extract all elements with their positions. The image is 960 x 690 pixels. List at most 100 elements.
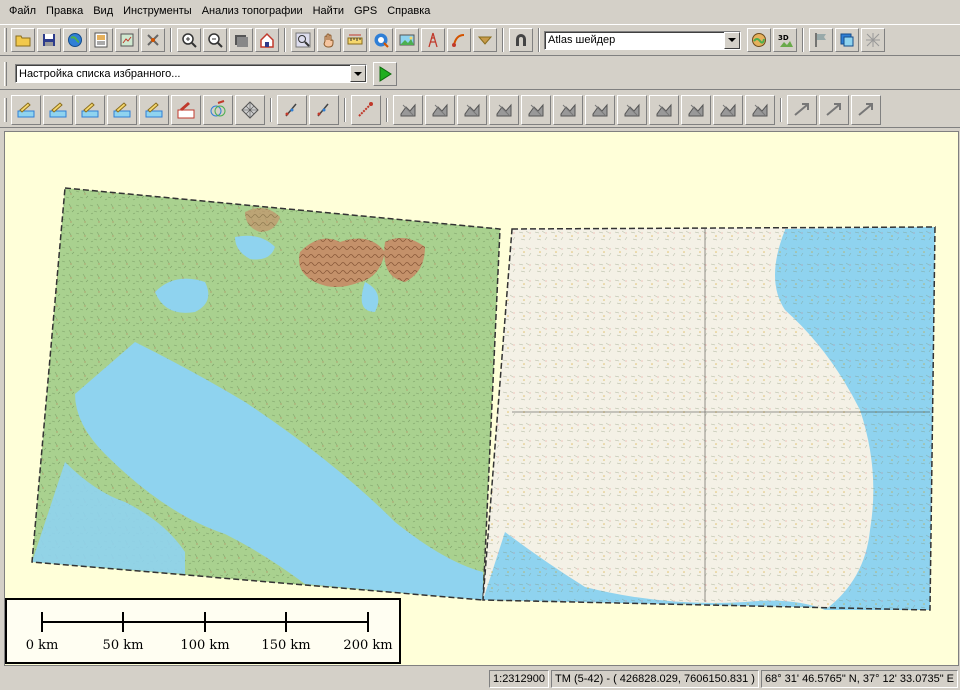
globe-button[interactable] [63, 28, 87, 52]
terrain-5-button[interactable] [521, 94, 551, 125]
shader-select-value: Atlas шейдер [548, 34, 616, 46]
scale-label: 150 km [261, 638, 311, 653]
terrain-8-button[interactable] [617, 94, 647, 125]
tools-button[interactable] [141, 28, 165, 52]
layer-3-icon [81, 101, 99, 117]
favorites-select-arrow[interactable] [350, 65, 366, 82]
catalog-button[interactable] [89, 28, 113, 52]
layers-button[interactable] [835, 28, 859, 52]
terrain-12-icon [752, 103, 768, 116]
export-icon [120, 33, 134, 47]
code-36-button[interactable] [171, 94, 201, 125]
toolbar-separator [386, 97, 388, 122]
map-view[interactable] [5, 132, 959, 666]
open-button[interactable] [11, 28, 35, 52]
terrain-10-button[interactable] [681, 94, 711, 125]
terrain-9-icon [656, 103, 672, 116]
layer-1-button[interactable] [11, 94, 41, 125]
run-favorite-button[interactable] [373, 61, 397, 86]
ruler-icon [347, 34, 363, 45]
export-button[interactable] [115, 28, 139, 52]
dropdown-button[interactable] [473, 28, 497, 52]
zoom-tool-button[interactable] [291, 28, 315, 52]
menu-topo-analysis[interactable]: Анализ топографии [197, 1, 308, 21]
flag-button[interactable] [809, 28, 833, 52]
layer-4-icon [145, 101, 163, 117]
line-edit-button[interactable] [309, 94, 339, 125]
zoom-out-button[interactable] [203, 28, 227, 52]
layer-3-button[interactable] [75, 94, 105, 125]
catalog-icon [94, 32, 108, 48]
terrain-11-button[interactable] [713, 94, 743, 125]
terrain-4-button[interactable] [489, 94, 519, 125]
point-edit-button[interactable] [277, 94, 307, 125]
home-button[interactable] [255, 28, 279, 52]
menu-bar: Файл Правка Вид Инструменты Анализ топог… [0, 0, 960, 22]
scale-label: 0 km [25, 638, 59, 653]
route-button[interactable] [447, 28, 471, 52]
terrain-2-button[interactable] [425, 94, 455, 125]
image-icon [399, 34, 415, 46]
status-coordinates: 68° 31' 46.5765" N, 37° 12' 33.0735" E [760, 670, 958, 688]
menu-gps[interactable]: GPS [349, 1, 382, 21]
zoom-box-button[interactable] [229, 28, 253, 52]
contour-button[interactable] [107, 94, 137, 125]
shader-select-arrow[interactable] [724, 31, 740, 49]
terrain-1-icon [400, 103, 416, 116]
chevron-down-icon [728, 38, 736, 42]
flag-icon [815, 33, 826, 47]
play-icon [379, 65, 392, 82]
scale-label: 100 km [180, 638, 230, 653]
arrow-1-button[interactable] [787, 94, 817, 125]
toolbar-grip[interactable] [4, 61, 7, 86]
layer-4-button[interactable] [139, 94, 169, 125]
toolbar-separator [270, 97, 272, 122]
scale-label: 200 km [343, 638, 393, 653]
toolbar-separator [538, 28, 540, 52]
menu-find[interactable]: Найти [308, 1, 349, 21]
grid-points-button[interactable] [861, 28, 885, 52]
svg-text:3D: 3D [778, 34, 789, 42]
terrain-3-button[interactable] [457, 94, 487, 125]
tower-button[interactable] [421, 28, 445, 52]
ruler-button[interactable] [343, 28, 367, 52]
toolbar-grip[interactable] [4, 97, 7, 122]
3d-view-button[interactable]: 3D [773, 28, 797, 52]
magnet-button[interactable] [509, 28, 533, 52]
favorites-select[interactable]: Настройка списка избранного... [15, 64, 367, 83]
menu-file[interactable]: Файл [4, 1, 41, 21]
toolbar-grip[interactable] [4, 28, 7, 52]
menu-tools[interactable]: Инструменты [118, 1, 197, 21]
zoom-in-button[interactable] [177, 28, 201, 52]
terrain-7-button[interactable] [585, 94, 615, 125]
circles-button[interactable] [203, 94, 233, 125]
layer-2-button[interactable] [43, 94, 73, 125]
shader-button[interactable] [747, 28, 771, 52]
terrain-1-button[interactable] [393, 94, 423, 125]
topo-toolbar [0, 92, 960, 128]
image-button[interactable] [395, 28, 419, 52]
arrow-2-button[interactable] [819, 94, 849, 125]
menu-edit[interactable]: Правка [41, 1, 88, 21]
contour-icon [113, 101, 131, 117]
status-scale: 1:2312900 [489, 670, 550, 688]
grid-button[interactable] [235, 94, 265, 125]
map-canvas[interactable] [4, 131, 959, 666]
menu-help[interactable]: Справка [382, 1, 435, 21]
toolbar-separator [802, 28, 804, 52]
shader-select[interactable]: Atlas шейдер [544, 30, 741, 50]
terrain-9-button[interactable] [649, 94, 679, 125]
circles-icon [210, 99, 226, 116]
route-icon [452, 34, 465, 47]
info-button[interactable] [369, 28, 393, 52]
arrow-3-icon [858, 102, 873, 116]
terrain-6-button[interactable] [553, 94, 583, 125]
pan-button[interactable] [317, 28, 341, 52]
menu-view[interactable]: Вид [88, 1, 118, 21]
toolbar-separator [344, 97, 346, 122]
draw-red-button[interactable] [351, 94, 381, 125]
terrain-12-button[interactable] [745, 94, 775, 125]
save-button[interactable] [37, 28, 61, 52]
arrow-3-button[interactable] [851, 94, 881, 125]
line-edit-icon [317, 103, 329, 116]
